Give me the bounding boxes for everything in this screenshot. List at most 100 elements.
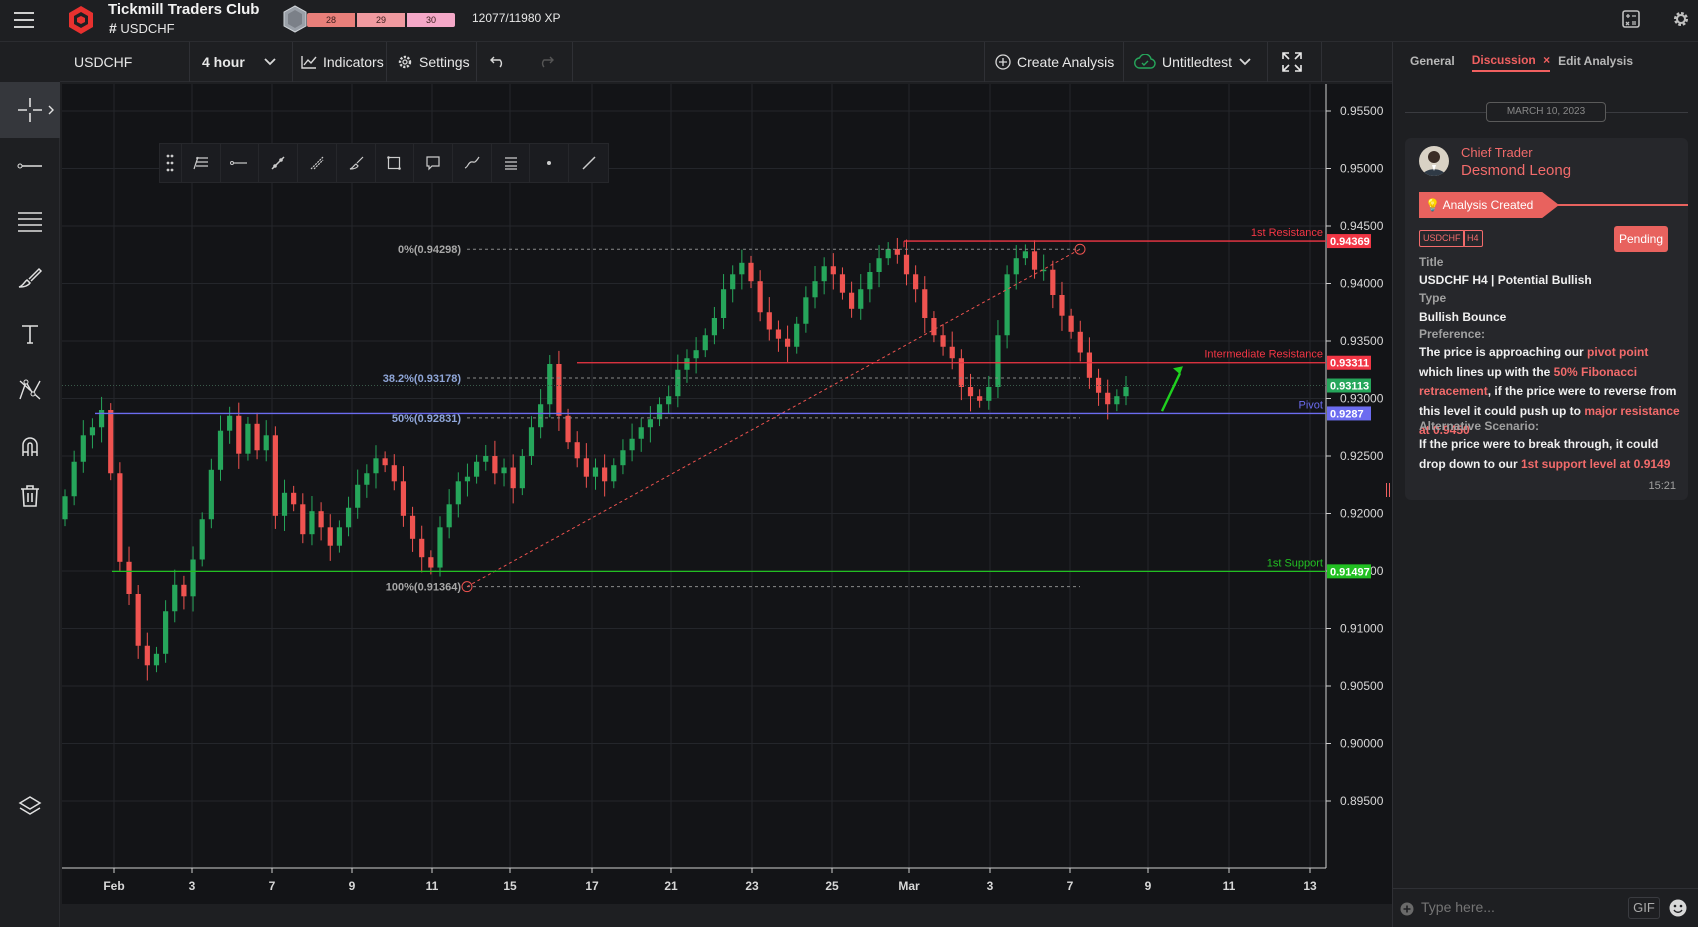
channel-name[interactable]: # USDCHF (109, 20, 175, 36)
dot-icon[interactable] (530, 144, 570, 182)
candle-body (766, 312, 772, 330)
candle-body (519, 456, 525, 489)
callout-icon[interactable] (414, 144, 453, 182)
title-value: USDCHF H4 | Potential Bullish (1419, 273, 1592, 287)
interval-label: 4 hour (202, 54, 245, 70)
candle-body (455, 481, 461, 505)
user-name[interactable]: Desmond Leong (1461, 162, 1571, 179)
calculator-icon[interactable] (1622, 10, 1640, 28)
fib-level-label: 38.2%(0.93178) (383, 373, 462, 385)
status-badge[interactable]: Pending (1614, 226, 1668, 252)
panel-resize-handle[interactable] (1386, 483, 1390, 497)
interval-select[interactable]: 4 hour (190, 42, 293, 82)
pref-text-2: which lines up with the (1419, 364, 1554, 379)
close-tab-icon[interactable]: × (1543, 53, 1550, 67)
candle-body (638, 427, 644, 439)
path-icon[interactable] (453, 144, 492, 182)
segment-icon[interactable] (569, 144, 608, 182)
settings-label: Settings (419, 54, 470, 70)
extended-line-icon[interactable] (298, 144, 337, 182)
layers-tool[interactable] (0, 778, 60, 834)
price-chart[interactable]: 0.95500 0.95000 0.94500 0.94000 0.93500 0.930… (62, 84, 1392, 904)
ribbon-label: Analysis Created (1442, 198, 1534, 212)
message-input[interactable] (1421, 899, 1621, 915)
candle-body (986, 387, 992, 401)
candle-body (483, 456, 489, 462)
text-icon (22, 325, 38, 344)
tickmill-logo (69, 6, 93, 34)
trend-line-tool[interactable] (0, 138, 60, 194)
candle-body (1123, 387, 1129, 397)
menu-icon[interactable] (14, 12, 34, 28)
brush-icon[interactable] (337, 144, 376, 182)
price-tick-label: 0.91000 (1340, 622, 1384, 636)
candle-body (849, 292, 855, 309)
candle-body (839, 274, 846, 293)
candle-body (272, 435, 278, 516)
tab-discussion[interactable]: Discussion × (1471, 53, 1551, 72)
ray-icon[interactable] (259, 144, 299, 182)
time-tick-label: 11 (1223, 879, 1236, 893)
message-time: 15:21 (1648, 480, 1676, 492)
candle-body (647, 419, 653, 428)
text-tool[interactable] (0, 306, 60, 362)
fib-tool[interactable] (0, 194, 60, 250)
add-attachment-icon[interactable] (1400, 902, 1414, 916)
candle-body (281, 492, 288, 516)
time-tick-label: Feb (103, 879, 124, 893)
tab-general[interactable]: General (1410, 54, 1455, 71)
avatar[interactable] (1419, 146, 1449, 176)
price-tick-label: 0.92500 (1340, 449, 1384, 463)
redo-button[interactable] (525, 42, 573, 82)
candle-body (1114, 396, 1120, 405)
settings-gear-icon[interactable] (1672, 10, 1690, 28)
candle-body (1013, 258, 1019, 275)
user-role: Chief Trader (1461, 145, 1533, 160)
message-composer: GIF (1393, 888, 1698, 927)
pattern-tool[interactable] (0, 362, 60, 418)
candle-body (163, 611, 169, 654)
candle-body (977, 396, 983, 401)
lightbulb-icon: 💡 (1425, 198, 1440, 212)
analysis-name: Untitledtest (1162, 54, 1233, 70)
magnet-tool[interactable] (0, 418, 60, 474)
drawing-toolbar (159, 143, 609, 183)
candle-body (913, 274, 919, 290)
alternative-text: If the price were to break through, it c… (1419, 435, 1681, 474)
candle-body (291, 492, 297, 505)
magnet-icon (22, 437, 38, 456)
fib-style-icon[interactable] (182, 144, 221, 182)
undo-button[interactable] (477, 42, 525, 82)
candle-body (391, 465, 397, 482)
candle-body (684, 358, 690, 370)
timeframe-tag: H4 (1463, 230, 1483, 247)
tab-edit-analysis[interactable]: Edit Analysis (1558, 54, 1633, 71)
analysis-select[interactable]: Untitledtest (1124, 42, 1268, 82)
create-analysis-button[interactable]: Create Analysis (984, 42, 1124, 82)
candle-body (666, 396, 672, 405)
line-style-icon[interactable] (221, 144, 260, 182)
settings-button[interactable]: Settings (387, 42, 477, 82)
candle-body (98, 410, 105, 428)
rectangle-icon[interactable] (376, 144, 415, 182)
candle-body (117, 473, 123, 562)
candle-body (1004, 274, 1010, 336)
brush-tool[interactable] (0, 250, 60, 306)
candle-body (437, 527, 443, 568)
gif-button[interactable]: GIF (1628, 897, 1660, 919)
fullscreen-button[interactable] (1268, 42, 1322, 82)
delete-tool[interactable] (0, 468, 60, 524)
type-value: Bullish Bounce (1419, 310, 1507, 324)
app-title: Tickmill Traders Club (108, 1, 260, 18)
candlestick-chart[interactable]: 0.95500 0.95000 0.94500 0.94000 0.93500 0.930… (62, 84, 1392, 904)
indicators-button[interactable]: Indicators (293, 42, 387, 82)
time-tick-label: Mar (898, 879, 920, 893)
candle-body (1105, 392, 1111, 405)
drag-handle-icon[interactable] (160, 144, 182, 182)
hlines-icon[interactable] (492, 144, 531, 182)
symbol-field[interactable]: USDCHF (60, 42, 190, 82)
create-analysis-label: Create Analysis (1017, 54, 1115, 70)
crosshair-tool[interactable] (0, 82, 60, 138)
emoji-icon[interactable] (1669, 899, 1687, 917)
price-tag-label: 0.91497 (1330, 566, 1370, 578)
